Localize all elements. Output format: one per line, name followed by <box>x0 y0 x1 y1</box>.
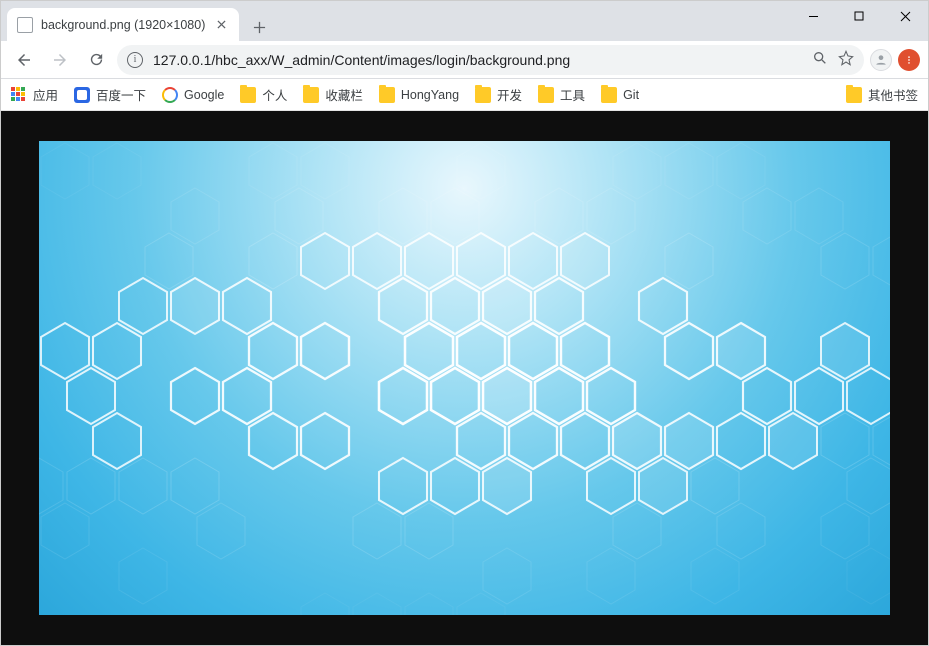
page-viewport[interactable] <box>1 111 928 645</box>
browser-toolbar: i 127.0.0.1/hbc_axx/W_admin/Content/imag… <box>1 41 928 79</box>
address-bar[interactable]: i 127.0.0.1/hbc_axx/W_admin/Content/imag… <box>117 45 864 75</box>
profile-avatar-icon[interactable] <box>870 49 892 71</box>
bookmark-label: Google <box>184 88 224 102</box>
star-bookmark-icon[interactable] <box>838 50 854 69</box>
folder-icon <box>601 87 617 103</box>
close-window-button[interactable] <box>882 1 928 31</box>
folder-icon <box>379 87 395 103</box>
hexagon-pattern <box>39 141 890 615</box>
back-button[interactable] <box>9 45 39 75</box>
bookmark-label: 百度一下 <box>96 85 146 104</box>
url-text: 127.0.0.1/hbc_axx/W_admin/Content/images… <box>153 52 802 68</box>
apps-label: 应用 <box>33 85 58 104</box>
bookmark-label: 工具 <box>560 85 585 104</box>
reload-button[interactable] <box>81 45 111 75</box>
minimize-button[interactable] <box>790 1 836 31</box>
close-tab-icon[interactable] <box>213 17 229 33</box>
bookmark-label: 个人 <box>262 85 287 104</box>
folder-icon <box>846 87 862 103</box>
bookmark-item[interactable]: 工具 <box>538 85 585 104</box>
google-icon <box>162 87 178 103</box>
folder-icon <box>538 87 554 103</box>
folder-icon <box>240 87 256 103</box>
bookmark-item[interactable]: HongYang <box>379 87 459 103</box>
window-titlebar: background.png (1920×1080) <box>1 1 928 41</box>
bookmark-item[interactable]: 百度一下 <box>74 85 146 104</box>
browser-menu-button[interactable] <box>898 49 920 71</box>
bookmark-item[interactable]: 个人 <box>240 85 287 104</box>
forward-button[interactable] <box>45 45 75 75</box>
file-icon <box>17 17 33 33</box>
folder-icon <box>475 87 491 103</box>
apps-icon <box>11 87 27 103</box>
maximize-button[interactable] <box>836 1 882 31</box>
other-bookmarks[interactable]: 其他书签 <box>846 85 918 104</box>
bookmark-label: HongYang <box>401 88 459 102</box>
bookmark-label: 收藏栏 <box>325 85 363 104</box>
bookmark-label: Git <box>623 88 639 102</box>
browser-tab[interactable]: background.png (1920×1080) <box>7 8 239 41</box>
tab-title: background.png (1920×1080) <box>41 18 205 32</box>
bookmark-item[interactable]: 收藏栏 <box>303 85 363 104</box>
baidu-icon <box>74 87 90 103</box>
new-tab-button[interactable] <box>245 13 273 41</box>
search-icon[interactable] <box>812 50 828 69</box>
bookmark-label: 开发 <box>497 85 522 104</box>
apps-shortcut[interactable]: 应用 <box>11 85 58 104</box>
displayed-image <box>39 141 890 615</box>
bookmark-item[interactable]: 开发 <box>475 85 522 104</box>
bookmark-item[interactable]: Git <box>601 87 639 103</box>
other-bookmarks-label: 其他书签 <box>868 85 918 104</box>
bookmark-item[interactable]: Google <box>162 87 224 103</box>
omnibox-actions <box>812 50 854 69</box>
tab-strip: background.png (1920×1080) <box>1 1 790 41</box>
window-controls <box>790 1 928 31</box>
site-info-icon[interactable]: i <box>127 52 143 68</box>
folder-icon <box>303 87 319 103</box>
bookmarks-bar: 应用 百度一下 Google 个人 收藏栏 HongYang 开发 工具 Git… <box>1 79 928 111</box>
